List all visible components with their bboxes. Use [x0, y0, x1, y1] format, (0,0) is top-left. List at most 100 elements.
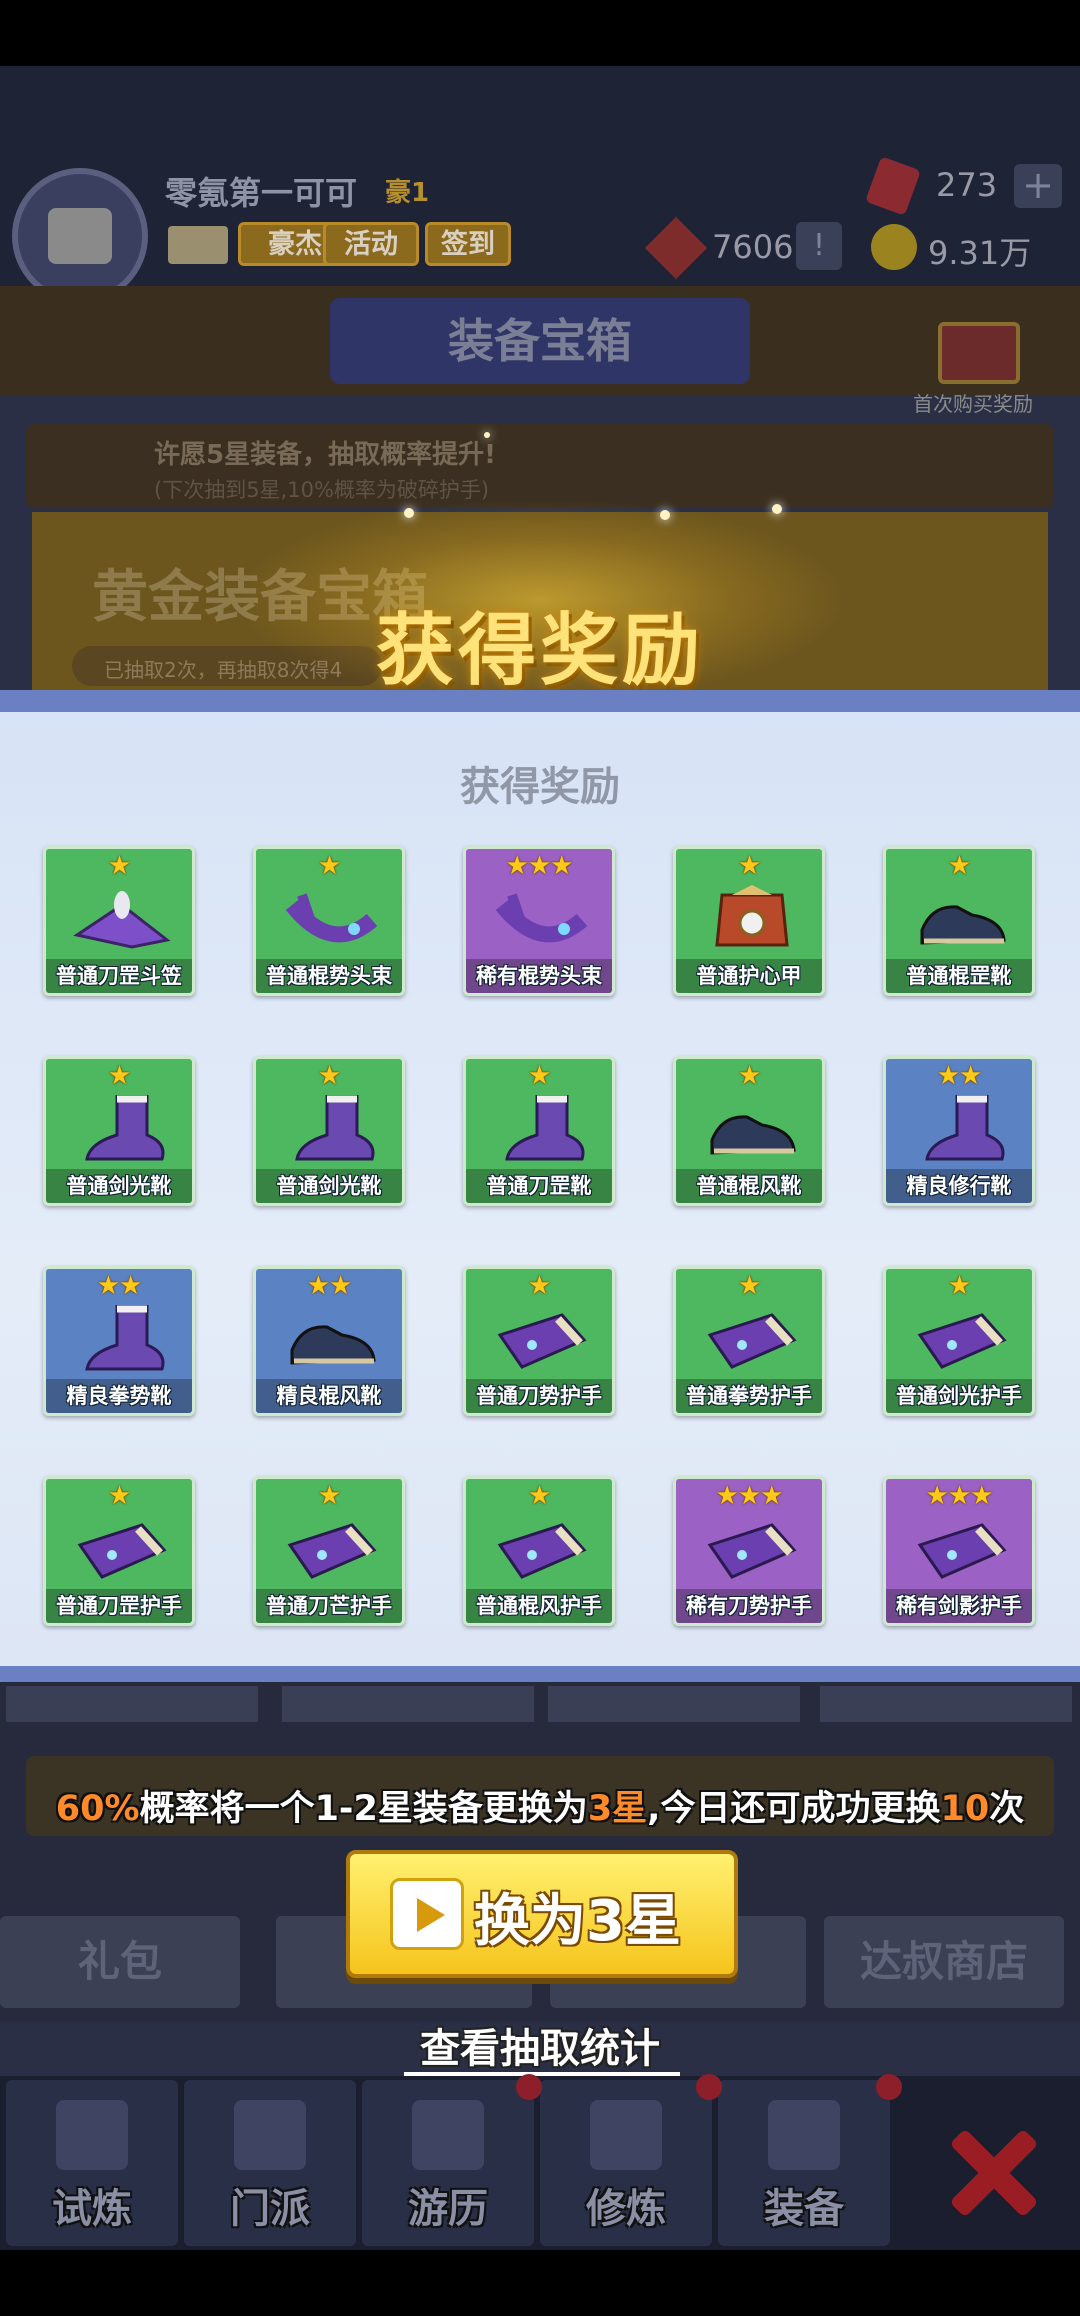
view-stats-link[interactable]: 查看抽取统计 [0, 2016, 1080, 2074]
sparkle-icon [660, 510, 670, 520]
reward-item-label: 普通棍风护手 [466, 1589, 612, 1623]
reward-item[interactable]: ★★ 精良拳势靴 [43, 1266, 195, 1416]
sparkle-icon [772, 504, 782, 514]
upgrade-button[interactable]: 换为3星 [346, 1850, 738, 1978]
shoe-icon [282, 1305, 382, 1375]
star-rating: ★ [317, 851, 341, 881]
reward-item[interactable]: ★ 普通护心甲 [673, 846, 825, 996]
star-rating: ★ [737, 1271, 761, 1301]
star-rating: ★★★ [925, 1481, 994, 1511]
nav-equipment[interactable]: 装备 [718, 2080, 890, 2246]
token-count: 7606 [712, 228, 794, 266]
star-rating: ★ [527, 1271, 551, 1301]
avatar[interactable] [12, 168, 148, 304]
reward-item[interactable]: ★ 普通棍罡靴 [883, 846, 1035, 996]
reward-item[interactable]: ★★★ 稀有剑影护手 [883, 1476, 1035, 1626]
bracer-icon [492, 1305, 592, 1375]
token-info-button[interactable]: ! [796, 222, 842, 270]
reward-item[interactable]: ★ 普通刀罡斗笠 [43, 846, 195, 996]
reward-item[interactable]: ★ 普通刀芒护手 [253, 1476, 405, 1626]
star-rating: ★ [107, 1481, 131, 1511]
nav-trial[interactable]: 试炼 [6, 2080, 178, 2246]
player-name: 零氪第一可可 [165, 174, 358, 212]
reward-item[interactable]: ★★ 精良棍风靴 [253, 1266, 405, 1416]
background-tab [282, 1686, 534, 1722]
reward-item[interactable]: ★★★ 稀有刀势护手 [673, 1476, 825, 1626]
reward-item[interactable]: ★ 普通刀势护手 [463, 1266, 615, 1416]
reward-item-label: 普通棍风靴 [676, 1169, 822, 1203]
star-rating: ★ [107, 1061, 131, 1091]
event-button[interactable]: 活动 [323, 222, 419, 266]
nav-label: 修炼 [586, 2186, 666, 2232]
nav-label: 装备 [764, 2186, 844, 2232]
bracer-icon [702, 1305, 802, 1375]
star-rating: ★★★ [505, 851, 574, 881]
sparkle-icon [404, 508, 414, 518]
reward-item-label: 普通护心甲 [676, 959, 822, 993]
reward-item-label: 稀有剑影护手 [886, 1589, 1032, 1623]
bracer-icon [72, 1515, 172, 1585]
coin-icon [871, 224, 917, 270]
reward-item-label: 普通刀罡斗笠 [46, 959, 192, 993]
reward-item-label: 普通刀罡靴 [466, 1169, 612, 1203]
star-rating: ★★★ [715, 1481, 784, 1511]
gate-icon [234, 2100, 306, 2170]
star-rating: ★ [317, 1061, 341, 1091]
star-rating: ★ [947, 1271, 971, 1301]
bracer-icon [912, 1305, 1012, 1375]
reward-item[interactable]: ★ 普通剑光靴 [43, 1056, 195, 1206]
armor-icon [702, 885, 802, 955]
first-purchase-reward-label: 首次购买奖励 [913, 392, 1033, 416]
headband-icon [492, 885, 592, 955]
nav-label: 门派 [230, 2186, 310, 2232]
star-rating: ★ [527, 1061, 551, 1091]
reward-item-label: 普通刀罡护手 [46, 1589, 192, 1623]
vip-badge: 豪1 [385, 178, 430, 208]
hat-icon [72, 885, 172, 955]
gift-tab[interactable]: 礼包 [0, 1916, 240, 2008]
gift-chest-icon[interactable] [938, 322, 1020, 384]
upgrade-notice: 60%概率将一个1-2星装备更换为3星,今日还可成功更换10次 [0, 1780, 1080, 1831]
upgrade-button-label: 换为3星 [474, 1889, 681, 1954]
star-rating: ★★ [306, 1271, 353, 1301]
panel-title: 获得奖励 [460, 764, 620, 810]
mountain-icon [412, 2100, 484, 2170]
reward-item[interactable]: ★ 普通棍风靴 [673, 1056, 825, 1206]
background-tab [548, 1686, 800, 1722]
close-button[interactable] [938, 2120, 1048, 2220]
star-rating: ★ [527, 1481, 551, 1511]
reward-item-label: 稀有棍势头束 [466, 959, 612, 993]
reward-item[interactable]: ★★ 精良修行靴 [883, 1056, 1035, 1206]
reward-item[interactable]: ★ 普通棍势头束 [253, 846, 405, 996]
reward-item-label: 普通剑光护手 [886, 1379, 1032, 1413]
upgrade-text: 概率将一个1-2星装备更换为 [139, 1789, 588, 1829]
reward-item[interactable]: ★ 普通刀罡靴 [463, 1056, 615, 1206]
reward-item-label: 普通剑光靴 [46, 1169, 192, 1203]
add-gems-button[interactable]: + [1014, 164, 1062, 208]
scroll-book-icon [590, 2100, 662, 2170]
status-bar [0, 0, 1080, 66]
nav-travel[interactable]: 游历 [362, 2080, 534, 2246]
reward-item[interactable]: ★ 普通拳势护手 [673, 1266, 825, 1416]
reward-item[interactable]: ★ 普通剑光靴 [253, 1056, 405, 1206]
wish-text: 许愿5星装备，抽取概率提升! [154, 440, 496, 470]
shop-title: 装备宝箱 [330, 298, 750, 384]
sword-icon [768, 2100, 840, 2170]
bracer-icon [282, 1515, 382, 1585]
reward-item[interactable]: ★ 普通刀罡护手 [43, 1476, 195, 1626]
uncle-shop-tab[interactable]: 达叔商店 [824, 1916, 1064, 2008]
reward-item[interactable]: ★ 普通棍风护手 [463, 1476, 615, 1626]
shoe-icon [702, 1095, 802, 1165]
nav-cultivate[interactable]: 修炼 [540, 2080, 712, 2246]
nav-sect[interactable]: 门派 [184, 2080, 356, 2246]
reward-item-label: 精良修行靴 [886, 1169, 1032, 1203]
mail-icon[interactable] [168, 226, 228, 264]
reward-item-label: 精良拳势靴 [46, 1379, 192, 1413]
reward-item[interactable]: ★★★ 稀有棍势头束 [463, 846, 615, 996]
reward-item-label: 普通拳势护手 [676, 1379, 822, 1413]
reward-item[interactable]: ★ 普通剑光护手 [883, 1266, 1035, 1416]
star-rating: ★ [107, 851, 131, 881]
reward-header: 获得奖励 [375, 606, 704, 696]
bracer-icon [702, 1515, 802, 1585]
checkin-button[interactable]: 签到 [425, 222, 511, 266]
